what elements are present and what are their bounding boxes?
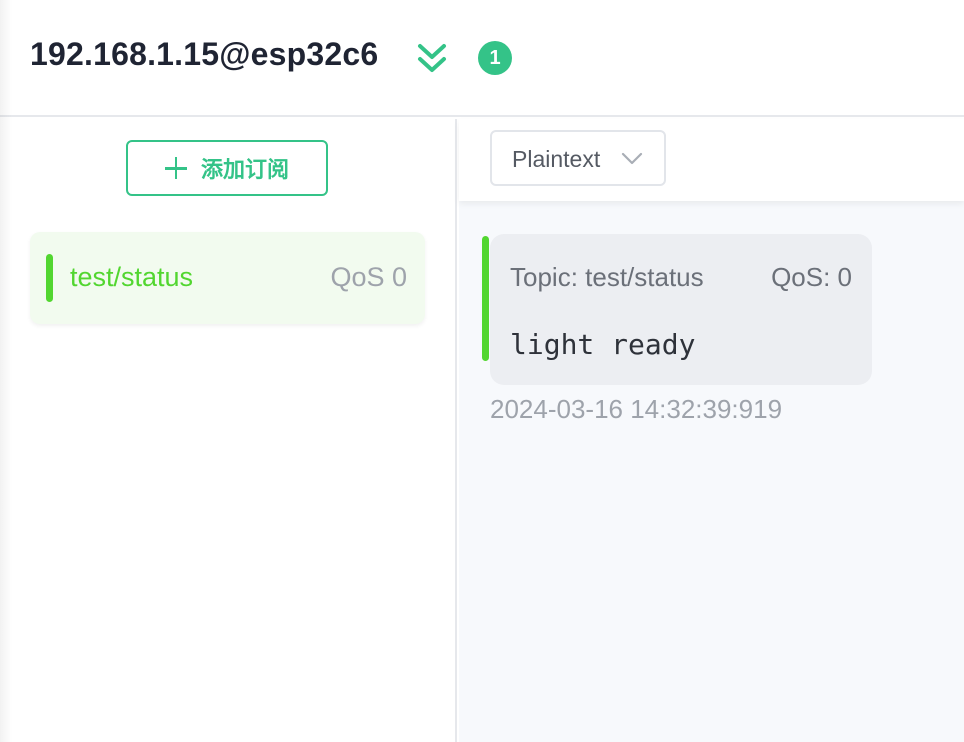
message-topic: Topic: test/status [510,262,704,292]
message-bubble[interactable]: Topic: test/status QoS: 0 light ready [482,234,872,385]
chevron-down-icon [620,148,644,168]
connection-header: 192.168.1.15@esp32c6 1 [0,0,964,117]
message-payload: light ready [510,328,696,361]
message-timestamp: 2024-03-16 14:32:39:919 [490,394,783,424]
message-qos: QoS: 0 [771,262,852,292]
payload-format-select[interactable]: Plaintext [490,130,666,186]
payload-format-value: Plaintext [512,146,601,172]
double-chevron-down-icon[interactable] [416,41,448,75]
add-subscription-label: 添加订阅 [200,158,289,183]
subscription-qos: QoS 0 [330,262,407,292]
connection-title: 192.168.1.15@esp32c6 [30,36,379,72]
subscription-color-bar [46,254,53,302]
add-subscription-button[interactable]: 添加订阅 [126,140,328,196]
subscription-panel: 添加订阅 test/status QoS 0 [0,119,457,742]
message-color-bar [482,236,489,361]
plus-icon [164,157,187,179]
message-panel: Plaintext Topic: test/status QoS: 0 ligh… [459,119,964,742]
unread-count-badge: 1 [478,41,512,75]
subscription-topic: test/status [70,262,194,292]
message-toolbar: Plaintext [459,119,964,201]
subscription-item[interactable]: test/status QoS 0 [30,232,425,324]
